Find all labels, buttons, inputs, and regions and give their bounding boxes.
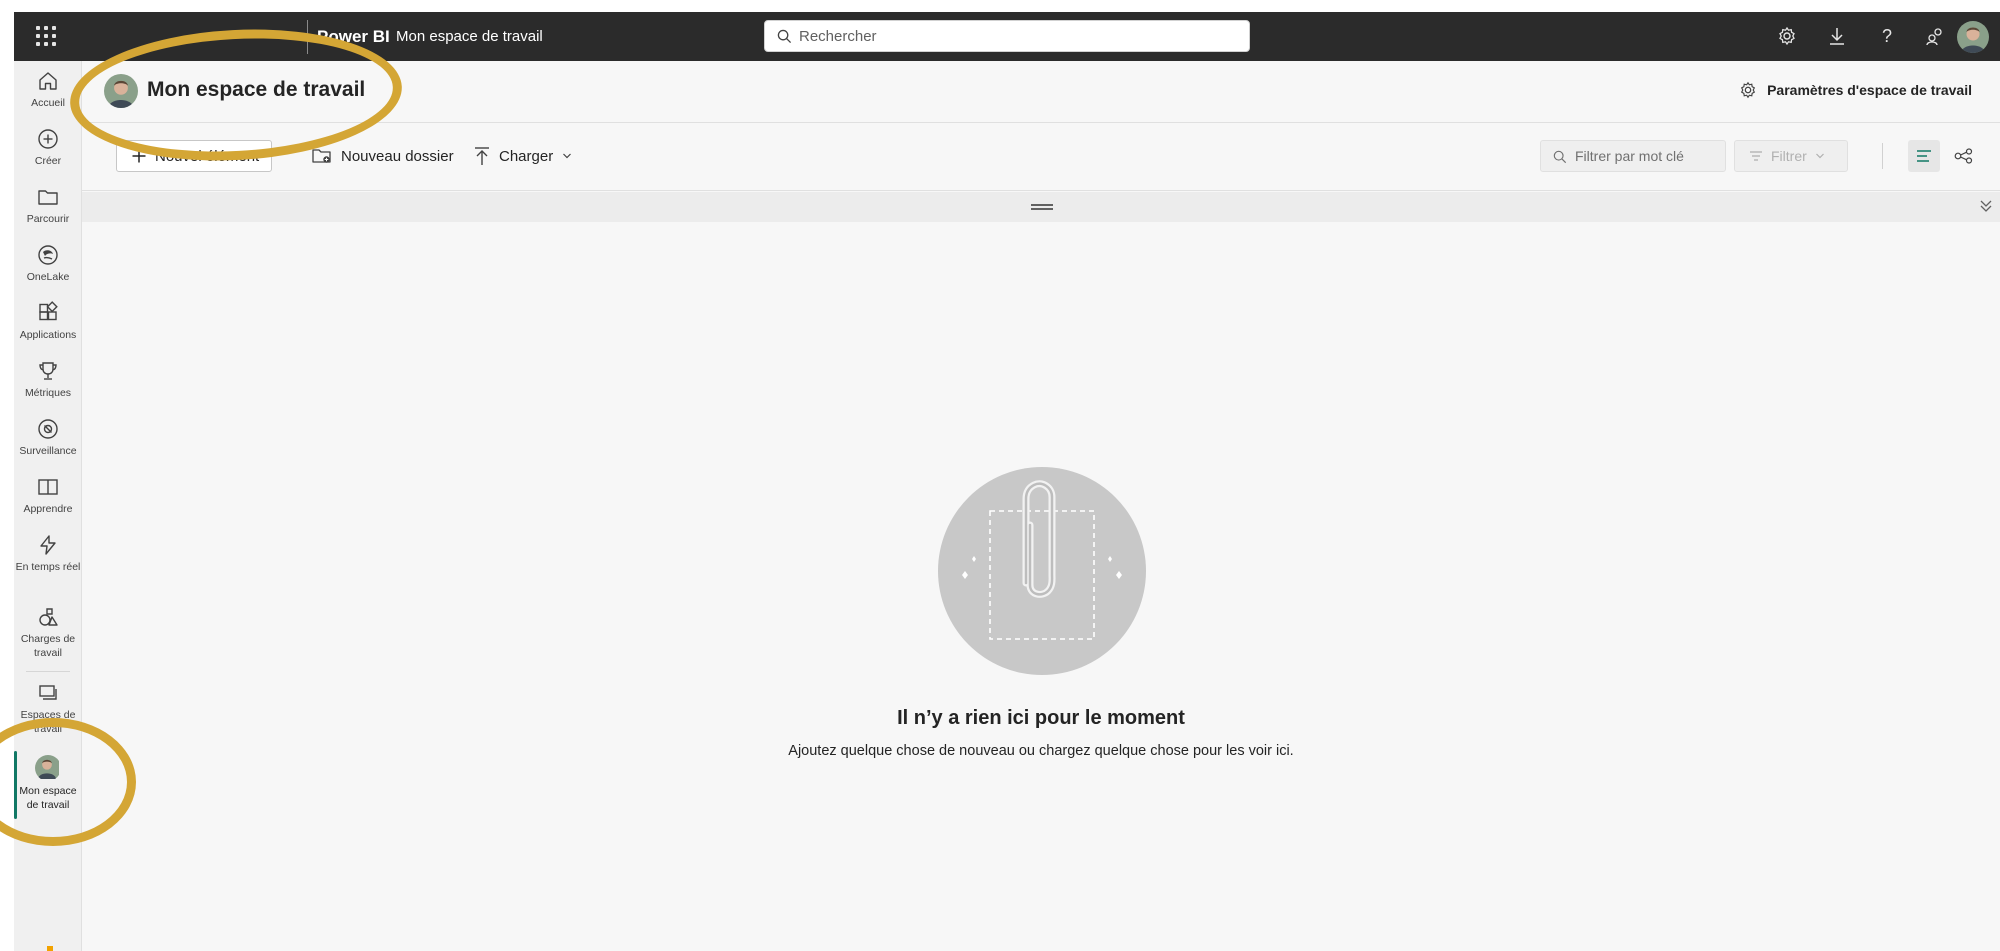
rail-item-surveillance[interactable]: Surveillance xyxy=(14,417,82,458)
onelake-icon xyxy=(38,245,58,265)
breadcrumb[interactable]: Mon espace de travail xyxy=(396,28,543,45)
rail-item-creer[interactable]: Créer xyxy=(14,127,82,168)
rail-label: Apprendre xyxy=(23,503,73,515)
new-item-label: Nouvel élément xyxy=(155,147,260,165)
keyword-filter[interactable] xyxy=(1540,140,1726,172)
search-box[interactable] xyxy=(764,20,1250,52)
monitor-icon xyxy=(38,419,58,439)
collapse-icon[interactable] xyxy=(1978,198,1994,214)
shapes-icon xyxy=(39,608,58,626)
settings-icon xyxy=(1741,81,1756,99)
lightning-icon xyxy=(40,535,56,555)
book-icon xyxy=(38,479,58,495)
workspace-settings-button[interactable]: Paramètres d'espace de travail xyxy=(1739,81,1972,99)
empty-state-title: Il n’y a rien ici pour le moment xyxy=(897,707,1185,729)
rail-item-parcourir[interactable]: Parcourir xyxy=(14,185,82,226)
upload-icon xyxy=(475,147,489,165)
upload-label: Charger xyxy=(499,147,554,165)
top-bar: Power BI Mon espace de travail ? xyxy=(14,12,2000,61)
rail-label: Accueil xyxy=(31,97,65,109)
chevron-down-icon xyxy=(563,153,572,159)
new-folder-icon xyxy=(312,149,331,163)
rail-item-accueil[interactable]: Accueil xyxy=(14,69,82,110)
fabric-logo[interactable] xyxy=(47,946,53,951)
toolbar-divider xyxy=(1882,143,1883,169)
plus-circle-icon xyxy=(38,129,58,149)
filter-button[interactable]: Filtrer xyxy=(1734,140,1848,172)
new-folder-label: Nouveau dossier xyxy=(341,147,454,165)
search-input[interactable] xyxy=(799,21,1239,51)
filter-label: Filtrer xyxy=(1771,148,1807,164)
trophy-icon xyxy=(39,362,57,380)
avatar[interactable] xyxy=(1957,21,1989,53)
list-view-button[interactable] xyxy=(1908,140,1940,172)
chevron-down-icon xyxy=(1815,153,1824,159)
left-navigation-rail: Accueil Créer Parcourir OneLake Applicat… xyxy=(14,61,82,951)
avatar xyxy=(104,74,138,108)
rail-item-applications[interactable]: Applications xyxy=(14,301,82,342)
rail-divider xyxy=(26,671,70,672)
lineage-view-button[interactable] xyxy=(1948,140,1980,172)
search-icon xyxy=(777,29,792,44)
command-bar: Nouvel élément Nouveau dossier Charger F… xyxy=(82,123,2000,191)
rail-label: Mon espace de travail xyxy=(19,785,77,811)
empty-state-subtitle: Ajoutez quelque chose de nouveau ou char… xyxy=(788,743,1294,759)
rail-label: Créer xyxy=(34,155,62,167)
rail-label: Espaces de travail xyxy=(20,709,76,735)
apps-icon xyxy=(39,301,58,321)
rail-label: Parcourir xyxy=(26,213,70,225)
rail-item-onelake[interactable]: OneLake xyxy=(14,243,82,284)
folder-icon xyxy=(38,190,58,205)
rail-item-mon-espace-de-travail[interactable]: Mon espace de travail xyxy=(14,755,82,812)
download-icon[interactable] xyxy=(1826,25,1848,47)
rail-item-charges-de-travail[interactable]: Charges de travail xyxy=(14,605,82,660)
rail-item-apprendre[interactable]: Apprendre xyxy=(14,475,82,516)
app-launcher-icon[interactable] xyxy=(36,26,56,46)
drag-handle-icon[interactable] xyxy=(1031,204,1053,210)
rail-item-espaces-de-travail[interactable]: Espaces de travail xyxy=(14,681,82,736)
list-view-icon xyxy=(1917,150,1931,162)
avatar xyxy=(35,755,61,781)
rail-item-metriques[interactable]: Métriques xyxy=(14,359,82,400)
rail-label: Charges de travail xyxy=(20,633,76,659)
empty-state-illustration xyxy=(938,467,1146,675)
workspace-header: Mon espace de travail Paramètres d'espac… xyxy=(82,61,2000,123)
rail-label: Applications xyxy=(19,329,77,341)
workspaces-icon xyxy=(39,685,57,700)
brand-name[interactable]: Power BI xyxy=(317,27,390,47)
upload-button[interactable]: Charger xyxy=(474,140,572,172)
keyword-filter-input[interactable] xyxy=(1575,141,1720,171)
brand-separator xyxy=(307,20,308,54)
rail-item-temps-reel[interactable]: En temps réel xyxy=(14,533,82,574)
new-item-button[interactable]: Nouvel élément xyxy=(116,140,272,172)
resize-handle-strip[interactable] xyxy=(82,192,2000,222)
rail-label: OneLake xyxy=(26,271,70,283)
help-icon[interactable]: ? xyxy=(1876,25,1898,47)
search-icon xyxy=(1553,150,1567,164)
filter-icon xyxy=(1750,151,1762,161)
settings-icon[interactable] xyxy=(1776,25,1798,47)
share-icon[interactable] xyxy=(1924,25,1946,47)
workspace-settings-label: Paramètres d'espace de travail xyxy=(1767,82,1972,98)
page-title: Mon espace de travail xyxy=(147,78,366,101)
rail-label: Surveillance xyxy=(19,445,77,457)
home-icon xyxy=(39,72,57,90)
new-folder-button[interactable]: Nouveau dossier xyxy=(312,140,454,172)
rail-label: Métriques xyxy=(24,387,72,399)
app-window: Power BI Mon espace de travail ? Accueil… xyxy=(14,12,2000,951)
rail-label: En temps réel xyxy=(15,561,81,573)
plus-icon xyxy=(132,149,146,163)
lineage-icon xyxy=(1954,148,1973,164)
